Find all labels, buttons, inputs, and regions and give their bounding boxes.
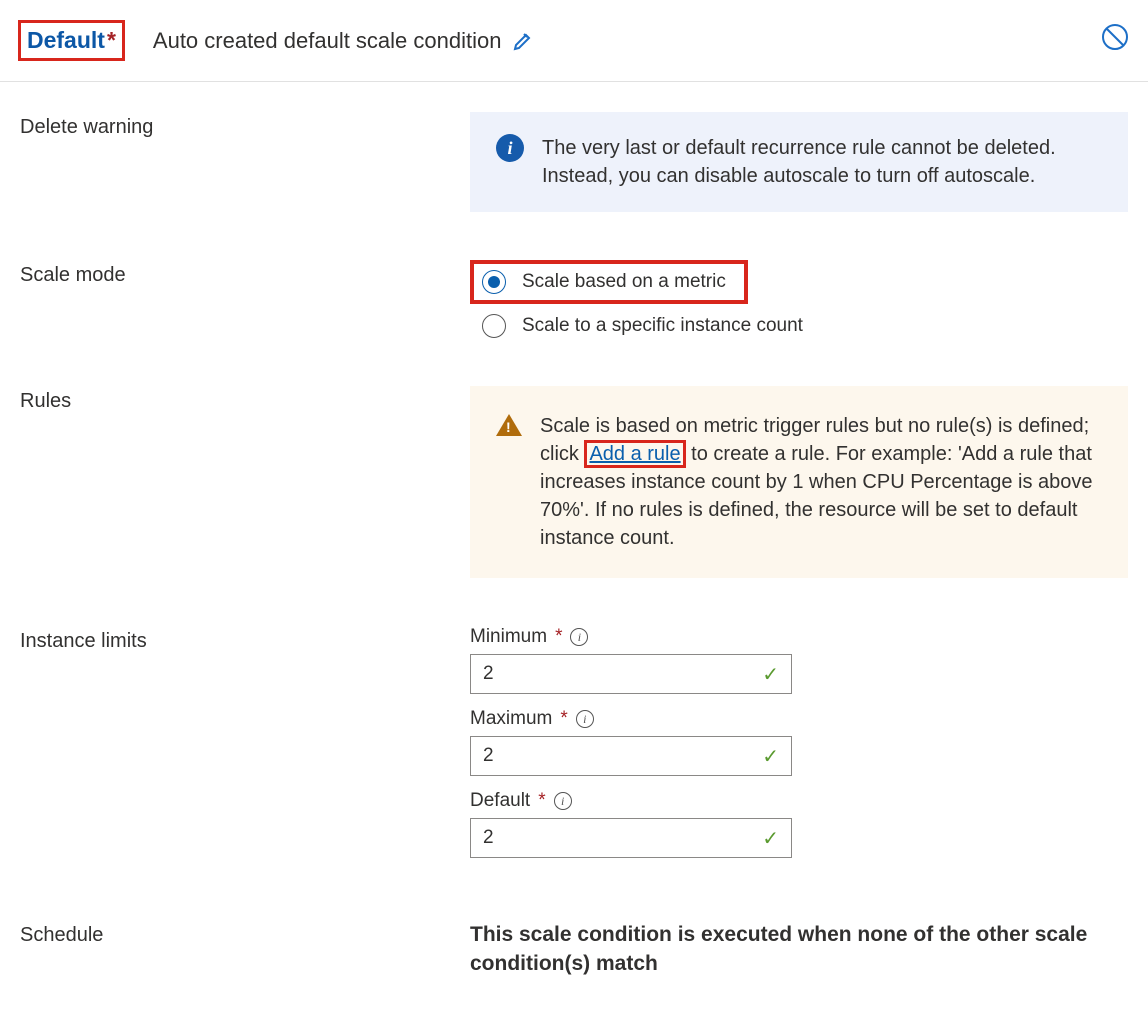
label-instance-limits: Instance limits — [20, 626, 470, 653]
required-asterisk: * — [107, 27, 116, 54]
check-icon: ✓ — [762, 826, 779, 851]
radio-metric-container[interactable]: Scale based on a metric — [470, 260, 748, 304]
schedule-text: This scale condition is executed when no… — [470, 920, 1128, 979]
header: Default* Auto created default scale cond… — [0, 0, 1148, 82]
minimum-label-row: Minimum * i — [470, 626, 1128, 648]
row-scale-mode: Scale mode Scale based on a metric Scale… — [20, 260, 1128, 352]
info-icon[interactable]: i — [576, 710, 594, 728]
radio-instance-container[interactable]: Scale to a specific instance count — [470, 314, 1128, 338]
radio-metric[interactable] — [482, 270, 506, 294]
required-asterisk: * — [560, 708, 567, 730]
info-alert: i The very last or default recurrence ru… — [470, 112, 1128, 212]
default-label-row: Default * i — [470, 790, 1128, 812]
radio-instance[interactable] — [482, 314, 506, 338]
warning-icon — [496, 414, 522, 436]
minimum-value: 2 — [483, 663, 494, 685]
maximum-label: Maximum — [470, 708, 552, 730]
check-icon: ✓ — [762, 744, 779, 769]
check-icon: ✓ — [762, 662, 779, 687]
delete-disabled-icon — [1100, 22, 1130, 52]
default-value: 2 — [483, 827, 494, 849]
info-icon[interactable]: i — [554, 792, 572, 810]
required-asterisk: * — [538, 790, 545, 812]
info-icon[interactable]: i — [570, 628, 588, 646]
maximum-label-row: Maximum * i — [470, 708, 1128, 730]
label-rules: Rules — [20, 386, 470, 413]
label-schedule: Schedule — [20, 920, 470, 947]
edit-icon[interactable] — [511, 29, 535, 53]
info-icon: i — [496, 134, 524, 162]
tab-default-label: Default — [27, 27, 105, 54]
row-rules: Rules Scale is based on metric trigger r… — [20, 386, 1128, 578]
default-label: Default — [470, 790, 530, 812]
maximum-value: 2 — [483, 745, 494, 767]
warning-alert: Scale is based on metric trigger rules b… — [470, 386, 1128, 578]
radio-instance-label: Scale to a specific instance count — [522, 315, 803, 337]
radio-metric-label: Scale based on a metric — [522, 271, 726, 293]
minimum-input[interactable]: 2 ✓ — [470, 654, 792, 694]
row-delete-warning: Delete warning i The very last or defaul… — [20, 112, 1128, 212]
label-delete-warning: Delete warning — [20, 112, 470, 139]
maximum-input[interactable]: 2 ✓ — [470, 736, 792, 776]
required-asterisk: * — [555, 626, 562, 648]
rules-warning-text: Scale is based on metric trigger rules b… — [540, 412, 1102, 552]
tab-default[interactable]: Default* — [18, 20, 125, 61]
default-input[interactable]: 2 ✓ — [470, 818, 792, 858]
minimum-label: Minimum — [470, 626, 547, 648]
add-rule-link[interactable]: Add a rule — [589, 443, 680, 465]
row-schedule: Schedule This scale condition is execute… — [20, 920, 1128, 979]
delete-warning-text: The very last or default recurrence rule… — [542, 134, 1102, 190]
condition-name: Auto created default scale condition — [153, 28, 502, 54]
row-instance-limits: Instance limits Minimum * i 2 ✓ Maximum … — [20, 626, 1128, 872]
label-scale-mode: Scale mode — [20, 260, 470, 287]
